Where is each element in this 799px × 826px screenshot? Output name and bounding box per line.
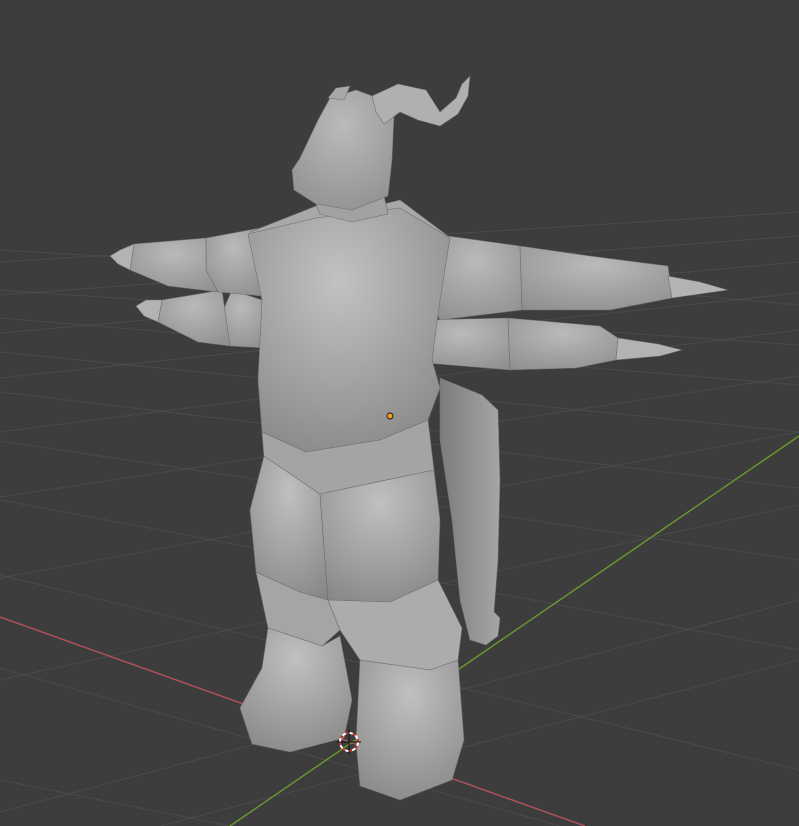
- mesh-right-boot: [355, 659, 465, 801]
- 3d-viewport[interactable]: [0, 0, 799, 826]
- object-origin-point[interactable]: [386, 412, 394, 420]
- mesh-torso: [247, 207, 451, 453]
